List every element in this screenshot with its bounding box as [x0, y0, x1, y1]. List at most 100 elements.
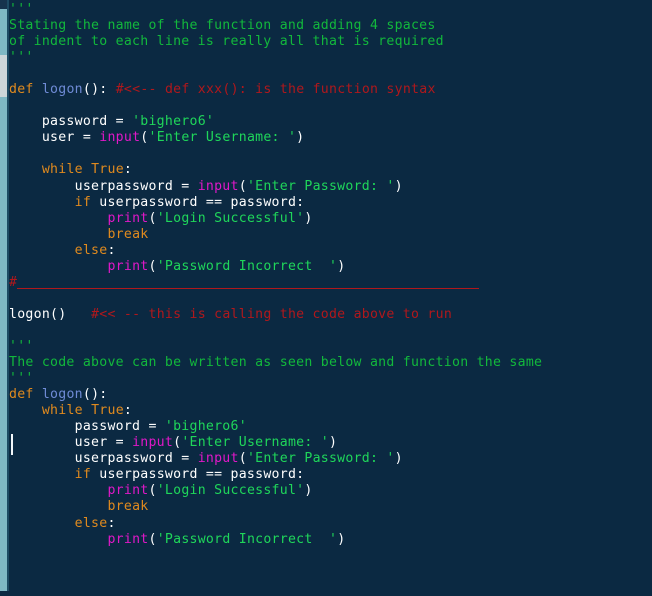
code-token-builtin: print — [107, 531, 149, 547]
code-line[interactable]: userpassword = input('Enter Password: ') — [9, 451, 652, 467]
code-token-str: 'bighero6' — [164, 419, 247, 435]
code-token-fn: logon — [41, 82, 83, 98]
code-token-kw: while — [41, 162, 83, 178]
code-token-str: 'Login Successful' — [156, 483, 305, 499]
code-token-com: # — [9, 274, 18, 290]
code-line[interactable]: print('Password Incorrect ') — [9, 532, 652, 548]
code-token-kw: True — [91, 162, 124, 178]
code-line[interactable]: print('Login Successful') — [9, 483, 652, 499]
code-token-pun — [9, 467, 75, 482]
code-token-pun: ( — [148, 483, 157, 499]
code-token-pun: ) — [394, 451, 403, 467]
code-line[interactable]: break — [9, 499, 652, 515]
code-token-builtin: print — [107, 210, 149, 226]
code-line[interactable] — [9, 98, 652, 114]
code-token-doc: The code above can be written as seen be… — [9, 355, 543, 371]
code-token-pun: ( — [238, 178, 247, 194]
code-line[interactable]: userpassword = input('Enter Password: ') — [9, 179, 652, 195]
code-token-builtin: input — [99, 130, 141, 146]
code-token-com: #<<-- def xxx(): is the function syntax — [115, 82, 436, 98]
code-token-pun — [9, 243, 75, 258]
code-token-kw: def — [9, 387, 34, 403]
vertical-scrollbar-thumb[interactable] — [0, 55, 7, 97]
code-line[interactable]: ''' — [9, 371, 652, 387]
code-token-kw: def — [9, 82, 34, 98]
code-text-area[interactable]: ''' Stating the name of the function and … — [9, 0, 652, 591]
code-token-pun — [9, 516, 75, 531]
code-line[interactable] — [9, 291, 652, 307]
code-line[interactable]: print('Password Incorrect ') — [9, 259, 652, 275]
code-line[interactable]: def logon(): — [9, 387, 652, 403]
code-token-pun — [9, 195, 75, 210]
code-editor-window[interactable]: ''' Stating the name of the function and … — [0, 0, 652, 591]
code-line[interactable]: def logon(): #<<-- def xxx(): is the fun… — [9, 82, 652, 98]
code-line[interactable]: user = input('Enter Username: ') — [9, 130, 652, 146]
code-token-str: 'bighero6' — [132, 114, 215, 130]
code-line[interactable] — [9, 323, 652, 339]
code-line[interactable]: The code above can be written as seen be… — [9, 355, 652, 371]
code-line[interactable]: while True: — [9, 403, 652, 419]
code-token-builtin: input — [197, 451, 239, 467]
code-token-pun — [9, 211, 107, 226]
code-token-pun — [9, 499, 107, 514]
code-token-pun: userpassword = — [9, 178, 198, 194]
code-line[interactable]: Stating the name of the function and add… — [9, 18, 652, 34]
code-token-kw: if — [74, 194, 92, 210]
code-token-doc: Stating the name of the function and add… — [9, 18, 436, 34]
code-token-kw: else — [74, 515, 108, 531]
code-line[interactable] — [9, 548, 652, 564]
code-line[interactable]: break — [9, 227, 652, 243]
code-token-doc: ''' — [9, 371, 34, 387]
code-line[interactable]: ''' — [9, 2, 652, 18]
code-line[interactable]: password = 'bighero6' — [9, 114, 652, 130]
code-token-builtin: print — [107, 258, 149, 274]
code-token-pun — [9, 259, 107, 274]
code-token-pun — [9, 227, 107, 242]
code-token-builtin: input — [197, 178, 239, 194]
code-line[interactable]: password = 'bighero6' — [9, 419, 652, 435]
code-token-doc: ''' — [9, 338, 34, 354]
code-token-str: 'Enter Password: ' — [246, 178, 395, 194]
code-token-pun: ) — [304, 210, 313, 226]
code-token-pun: ) — [304, 483, 313, 499]
code-line[interactable]: else: — [9, 243, 652, 259]
code-token-kw: True — [91, 403, 124, 419]
code-line[interactable]: user = input('Enter Username: ') — [9, 435, 652, 451]
code-line[interactable]: ''' — [9, 339, 652, 355]
code-line[interactable]: ''' — [9, 50, 652, 66]
code-token-str: 'Login Successful' — [156, 210, 305, 226]
code-line[interactable]: if userpassword == password: — [9, 467, 652, 483]
gutter-top-cap — [0, 0, 7, 9]
code-line[interactable] — [9, 66, 652, 82]
code-token-str: 'Password Incorrect ' — [156, 531, 338, 547]
code-token-pun: : — [123, 162, 133, 178]
code-token-str: 'Enter Username: ' — [148, 130, 297, 146]
code-line[interactable] — [9, 146, 652, 162]
code-line[interactable]: of indent to each line is really all tha… — [9, 34, 652, 50]
code-token-pun: userpassword = — [9, 451, 198, 467]
code-token-pun: userpassword == password: — [91, 467, 305, 483]
code-line[interactable] — [9, 580, 652, 596]
code-token-pun — [83, 403, 91, 418]
code-token-str: 'Password Incorrect ' — [156, 258, 338, 274]
code-token-pun — [66, 307, 91, 322]
code-token-pun: ( — [148, 531, 157, 547]
code-line[interactable] — [9, 564, 652, 580]
comment-underscore-rule — [17, 288, 479, 289]
code-line[interactable]: print('Login Successful') — [9, 211, 652, 227]
code-token-pun — [34, 82, 42, 97]
code-token-pun: ( — [238, 451, 247, 467]
code-token-pun: ) — [328, 435, 338, 451]
code-token-com: #<< -- this is calling the code above to… — [91, 306, 453, 322]
code-token-pun: ( — [148, 258, 157, 274]
code-line[interactable]: else: — [9, 516, 652, 532]
code-line[interactable]: if userpassword == password: — [9, 195, 652, 211]
code-token-pun: user = — [9, 130, 100, 146]
code-line[interactable]: logon() #<< -- this is calling the code … — [9, 307, 652, 323]
code-token-doc: of indent to each line is really all tha… — [9, 34, 444, 50]
code-token-pun: : — [107, 242, 116, 258]
code-token-str: 'Enter Password: ' — [246, 451, 395, 467]
code-token-pun: (): — [82, 82, 108, 98]
code-token-pun — [108, 82, 116, 97]
code-line[interactable]: while True: — [9, 162, 652, 178]
